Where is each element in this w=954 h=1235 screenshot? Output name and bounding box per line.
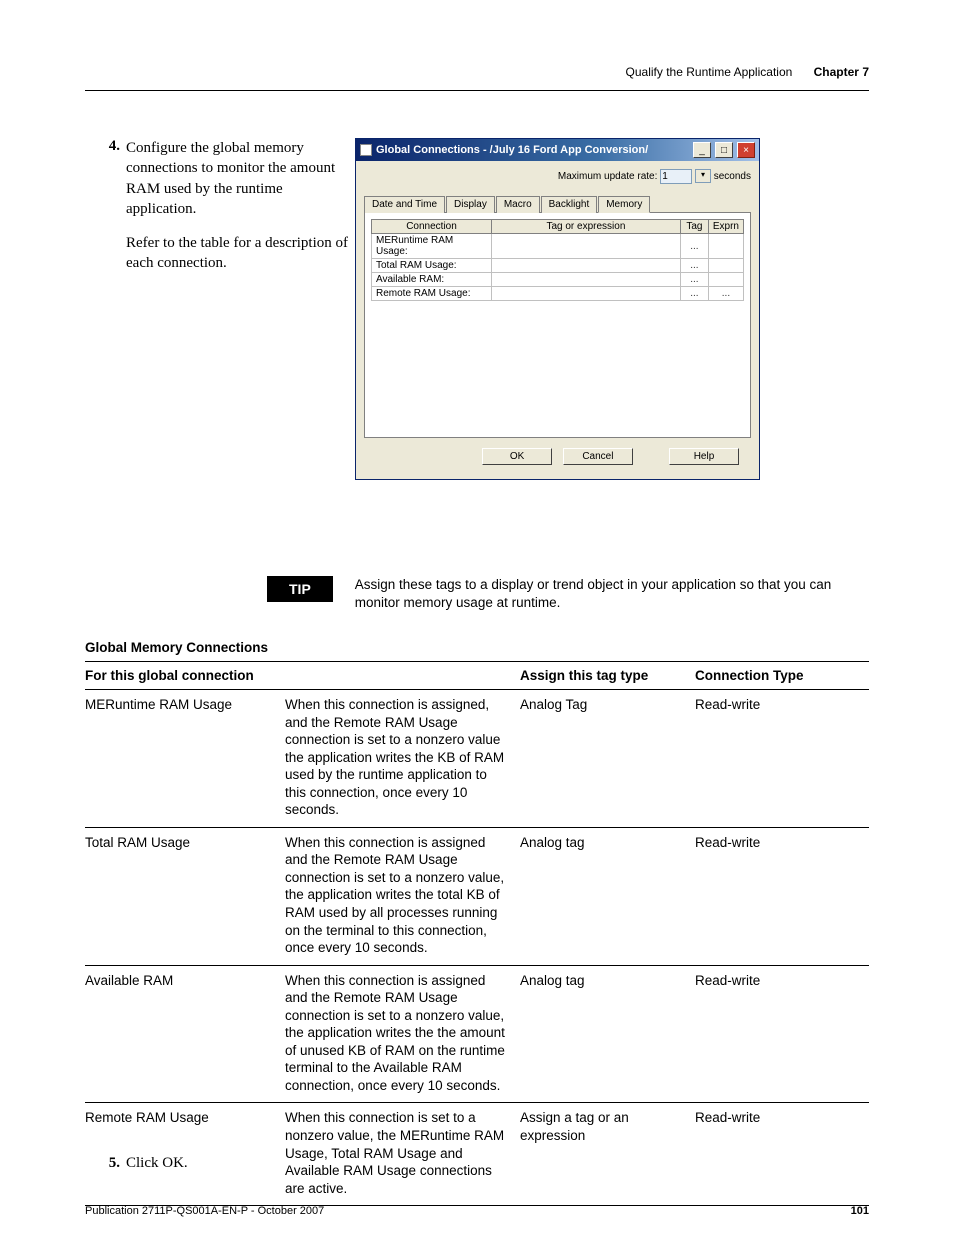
ok-button[interactable]: OK [482,448,552,465]
max-update-label: Maximum update rate: [558,171,658,182]
cell-type: Read-write [695,690,869,828]
cell-desc: When this connection is assigned and the… [285,965,520,1103]
tip-badge: TIP [267,576,333,602]
grid-cell[interactable] [492,234,681,259]
grid-cell[interactable] [492,273,681,287]
header-rule [85,90,869,91]
grid-cell: Available RAM: [372,273,492,287]
cell-desc: When this connection is set to a nonzero… [285,1103,520,1206]
expr-browse-button[interactable] [708,273,743,287]
cell-type: Read-write [695,1103,869,1206]
global-connections-dialog: Global Connections - /July 16 Ford App C… [355,138,760,480]
table-caption: Global Memory Connections [85,640,869,655]
cell-desc: When this connection is assigned and the… [285,827,520,965]
th-global-connection: For this global connection [85,662,520,690]
col-tag: Tag [680,220,708,234]
seconds-label: seconds [714,171,751,182]
close-button[interactable]: × [737,142,755,158]
step-4-text-2: Refer to the table for a description of … [126,233,348,274]
cell-tag: Analog tag [520,827,695,965]
tip-text: Assign these tags to a display or trend … [355,576,869,612]
max-update-input[interactable] [660,169,692,184]
grid-cell[interactable] [492,259,681,273]
th-connection-type: Connection Type [695,662,869,690]
connections-table: For this global connection Assign this t… [85,661,869,1206]
grid-cell: Remote RAM Usage: [372,287,492,301]
table-row: MERuntime RAM Usage When this connection… [85,690,869,828]
app-icon [360,144,372,156]
cell-tag: Analog tag [520,965,695,1103]
cancel-button[interactable]: Cancel [563,448,633,465]
cell-type: Read-write [695,965,869,1103]
cell-name: MERuntime RAM Usage [85,690,285,828]
th-tag-type: Assign this tag type [520,662,695,690]
expr-browse-button[interactable]: ... [708,287,743,301]
table-row: Total RAM Usage When this connection is … [85,827,869,965]
footer-page-number: 101 [851,1205,869,1217]
table-row: Remote RAM Usage When this connection is… [85,1103,869,1206]
footer-publication: Publication 2711P-QS001A-EN-P - October … [85,1205,324,1217]
minimize-button[interactable]: _ [693,142,711,158]
tab-macro[interactable]: Macro [496,196,540,213]
step-4-number: 4. [100,138,126,288]
grid-cell: MERuntime RAM Usage: [372,234,492,259]
dropdown-arrow-icon[interactable]: ▾ [695,169,711,183]
col-tag-expression: Tag or expression [492,220,681,234]
header-chapter: Chapter 7 [814,65,869,79]
dialog-title: Global Connections - /July 16 Ford App C… [376,144,689,156]
tag-browse-button[interactable]: ... [680,287,708,301]
maximize-button[interactable]: □ [715,142,733,158]
cell-type: Read-write [695,827,869,965]
cell-name: Available RAM [85,965,285,1103]
cell-name: Total RAM Usage [85,827,285,965]
tab-display[interactable]: Display [446,196,495,213]
col-exprn: Exprn [708,220,743,234]
tab-memory[interactable]: Memory [598,196,650,213]
tab-date-time[interactable]: Date and Time [364,196,445,213]
grid-cell: Total RAM Usage: [372,259,492,273]
step-5-text: Click OK. [126,1155,188,1172]
cell-desc: When this connection is assigned, and th… [285,690,520,828]
expr-browse-button[interactable] [708,234,743,259]
tag-browse-button[interactable]: ... [680,259,708,273]
help-button[interactable]: Help [669,448,739,465]
page-header: Qualify the Runtime Application Chapter … [626,65,869,79]
cell-tag: Analog Tag [520,690,695,828]
col-connection: Connection [372,220,492,234]
connections-grid: Connection Tag or expression Tag Exprn M… [371,219,744,301]
header-section: Qualify the Runtime Application [626,65,793,79]
dialog-titlebar: Global Connections - /July 16 Ford App C… [356,139,759,161]
tab-backlight[interactable]: Backlight [541,196,598,213]
grid-cell[interactable] [492,287,681,301]
step-5-number: 5. [100,1155,126,1172]
step-4-text-1: Configure the global memory connections … [126,138,348,219]
table-row: Available RAM When this connection is as… [85,965,869,1103]
cell-tag: Assign a tag or an expression [520,1103,695,1206]
tag-browse-button[interactable]: ... [680,234,708,259]
expr-browse-button[interactable] [708,259,743,273]
tag-browse-button[interactable]: ... [680,273,708,287]
